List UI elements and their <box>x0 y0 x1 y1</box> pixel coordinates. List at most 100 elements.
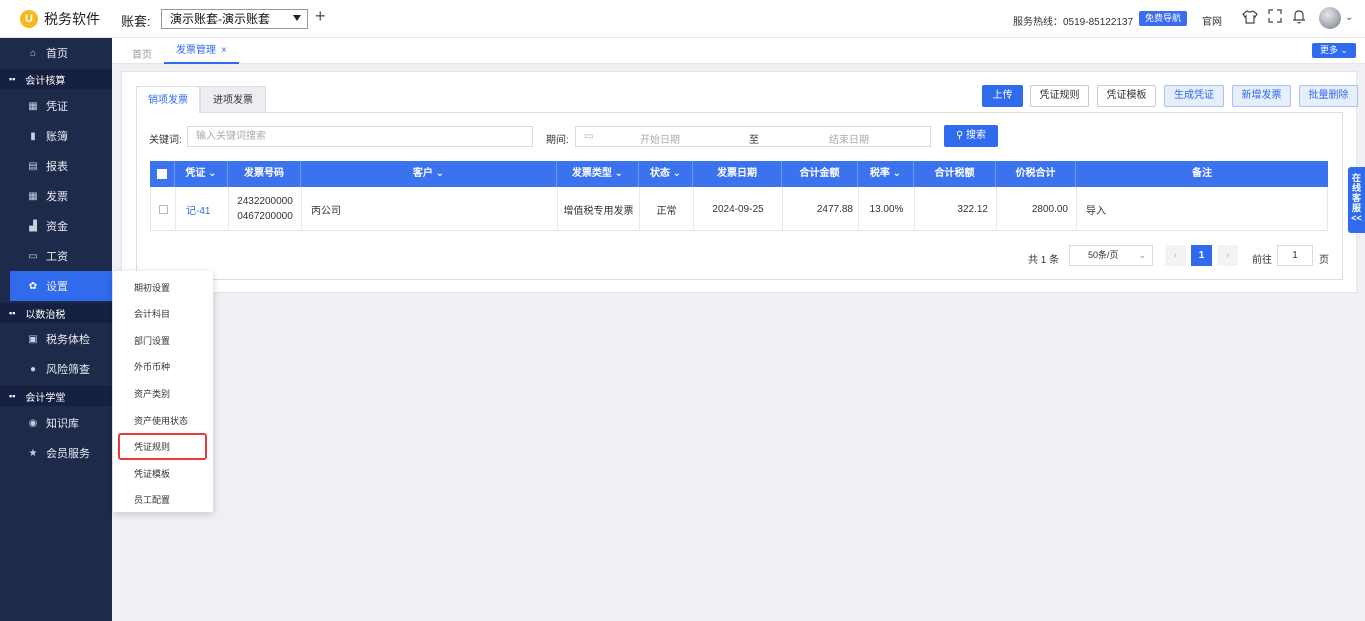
range-separator: 至 <box>749 135 759 146</box>
column-header-tax-rate[interactable]: 税率 ⌄ <box>858 161 914 187</box>
tab-home[interactable]: 首页 <box>132 46 152 61</box>
logo-icon: U <box>20 10 38 28</box>
grid-icon: ▪▪ <box>9 74 16 84</box>
column-header-voucher[interactable]: 凭证 ⌄ <box>175 161 228 187</box>
search-icon: ⚲ <box>955 130 967 141</box>
total-cell: 2800.00 <box>997 187 1077 231</box>
close-icon[interactable]: × <box>221 45 227 56</box>
grid-icon: ▪▪ <box>9 391 16 401</box>
shirt-icon[interactable] <box>1242 9 1258 30</box>
row-checkbox[interactable] <box>151 187 176 231</box>
sidebar-item-salary[interactable]: ▭ 工资 <box>0 241 112 271</box>
select-all-checkbox[interactable] <box>150 161 175 187</box>
tab-sales-invoice[interactable]: 销项发票 <box>136 86 200 113</box>
start-date-input[interactable]: 开始日期 <box>640 131 680 146</box>
remark-cell: 导入 <box>1086 205 1106 217</box>
chevron-down-icon[interactable]: ⌄ <box>1345 12 1353 23</box>
column-header-customer[interactable]: 客户 ⌄ <box>301 161 557 187</box>
sidebar-item-label: 报表 <box>46 161 68 173</box>
chevron-down-icon: ⌄ <box>1138 250 1146 260</box>
menu-item-accounting-subjects[interactable]: 会计科目 <box>134 307 170 320</box>
menu-item-department-settings[interactable]: 部门设置 <box>134 334 170 347</box>
voucher-link[interactable]: 记-41 <box>176 187 229 231</box>
tax-cell: 322.12 <box>915 187 997 231</box>
tab-invoice-management[interactable]: 发票管理 × <box>164 38 239 64</box>
menu-item-foreign-currency[interactable]: 外币币种 <box>134 360 170 373</box>
upload-button[interactable]: 上传 <box>982 85 1023 107</box>
location-icon: ◉ <box>28 417 38 429</box>
add-account-icon[interactable]: + <box>315 6 326 27</box>
end-date-input[interactable]: 结束日期 <box>829 131 869 146</box>
amount-cell: 2477.88 <box>783 187 859 231</box>
page-number-current[interactable]: 1 <box>1191 245 1212 266</box>
menu-item-asset-category[interactable]: 资产类别 <box>134 387 170 400</box>
sidebar-item-report[interactable]: ▤ 报表 <box>0 151 112 181</box>
fund-icon: ▟ <box>29 220 37 232</box>
app-title: 税务软件 <box>44 11 100 27</box>
sidebar-group-label: 以数治税 <box>25 309 66 321</box>
sidebar-item-invoice[interactable]: ▦ 发票 <box>0 181 112 211</box>
fullscreen-icon[interactable] <box>1268 9 1282 28</box>
free-guide-button[interactable]: 免费导航 <box>1139 11 1188 26</box>
page-unit-label: 页 <box>1319 255 1329 266</box>
column-header-tax: 合计税额 <box>914 161 996 187</box>
sidebar-item-label: 税务体检 <box>46 334 90 346</box>
sidebar-group-accounting[interactable]: ▪▪ 会计核算 <box>0 69 112 89</box>
next-page-button[interactable]: › <box>1217 245 1238 266</box>
goto-page-input[interactable]: 1 <box>1277 245 1313 266</box>
sidebar-group-label: 会计学堂 <box>25 392 66 404</box>
table-row[interactable]: 记-41 2432200000 0467200000 丙公司 增值税专用发票 正常… <box>150 187 1328 231</box>
menu-item-opening-settings[interactable]: 期初设置 <box>134 281 170 294</box>
sidebar-item-label: 风险筛查 <box>46 364 90 376</box>
voucher-template-button[interactable]: 凭证模板 <box>1097 85 1156 107</box>
pagination-total: 共 1 条 <box>1028 255 1060 266</box>
menu-item-voucher-template[interactable]: 凭证模板 <box>134 467 170 480</box>
tab-label: 发票管理 <box>176 45 216 56</box>
column-header-status[interactable]: 状态 ⌄ <box>639 161 693 187</box>
sidebar-item-voucher[interactable]: ▦ 凭证 <box>0 91 112 121</box>
highlight-box <box>118 433 207 460</box>
search-button-label: 搜索 <box>966 130 987 141</box>
grid-icon: ▪▪ <box>9 308 16 318</box>
app-logo[interactable]: U 税务软件 <box>20 9 100 29</box>
sidebar-item-tax-checkup[interactable]: ▣ 税务体检 <box>0 324 112 354</box>
sidebar-item-risk-screening[interactable]: ● 风险筛查 <box>0 354 112 384</box>
add-invoice-button[interactable]: 新增发票 <box>1232 85 1291 107</box>
account-select-value: 演示账套-演示账套 <box>170 12 270 26</box>
home-icon: ⌂ <box>29 47 37 59</box>
tab-purchase-invoice[interactable]: 进项发票 <box>200 86 266 113</box>
page-size-select[interactable]: 50条/页 ⌄ <box>1069 245 1153 266</box>
calendar-icon: ▭ <box>584 131 594 142</box>
official-site-link[interactable]: 官网 <box>1202 13 1222 28</box>
voucher-icon: ▦ <box>28 100 38 112</box>
prev-page-button[interactable]: ‹ <box>1165 245 1186 266</box>
invoice-number: 2432200000 0467200000 <box>229 187 302 231</box>
account-label: 账套: <box>121 14 151 29</box>
caret-down-icon <box>293 15 301 21</box>
keyword-input[interactable]: 输入关键词搜索 <box>187 126 533 147</box>
search-button[interactable]: ⚲ 搜索 <box>944 125 998 147</box>
sidebar-group-academy[interactable]: ▪▪ 会计学堂 <box>0 386 112 406</box>
period-range-picker[interactable]: ▭ 开始日期 至 结束日期 <box>575 126 931 147</box>
column-header-remark: 备注 <box>1192 168 1212 179</box>
sidebar-item-settings[interactable]: ✿ 设置 <box>10 271 112 301</box>
invoice-date-cell: 2024-09-25 <box>694 187 783 231</box>
sidebar-group-tax[interactable]: ▪▪ 以数治税 <box>0 303 112 323</box>
sidebar-item-fund[interactable]: ▟ 资金 <box>0 211 112 241</box>
menu-item-employee-config[interactable]: 员工配置 <box>134 493 170 506</box>
sidebar-item-knowledge[interactable]: ◉ 知识库 <box>0 408 112 438</box>
more-button[interactable]: 更多 ⌄ <box>1312 43 1357 58</box>
sidebar-item-membership[interactable]: ★ 会员服务 <box>0 438 112 468</box>
menu-item-asset-usage-status[interactable]: 资产使用状态 <box>134 414 188 427</box>
online-service-button[interactable]: 在线客服 << <box>1348 167 1365 233</box>
account-select[interactable]: 演示账套-演示账套 <box>161 9 308 29</box>
batch-delete-button[interactable]: 批量删除 <box>1299 85 1358 107</box>
sidebar-item-ledger[interactable]: ▮ 账簿 <box>0 121 112 151</box>
voucher-rule-button[interactable]: 凭证规则 <box>1030 85 1089 107</box>
user-avatar[interactable] <box>1319 7 1341 29</box>
bell-icon[interactable] <box>1292 9 1306 29</box>
column-header-invoice-date: 发票日期 <box>693 161 782 187</box>
sidebar-item-home[interactable]: ⌂ 首页 <box>0 38 112 68</box>
column-header-invoice-type[interactable]: 发票类型 ⌄ <box>557 161 639 187</box>
generate-voucher-button[interactable]: 生成凭证 <box>1164 85 1224 107</box>
